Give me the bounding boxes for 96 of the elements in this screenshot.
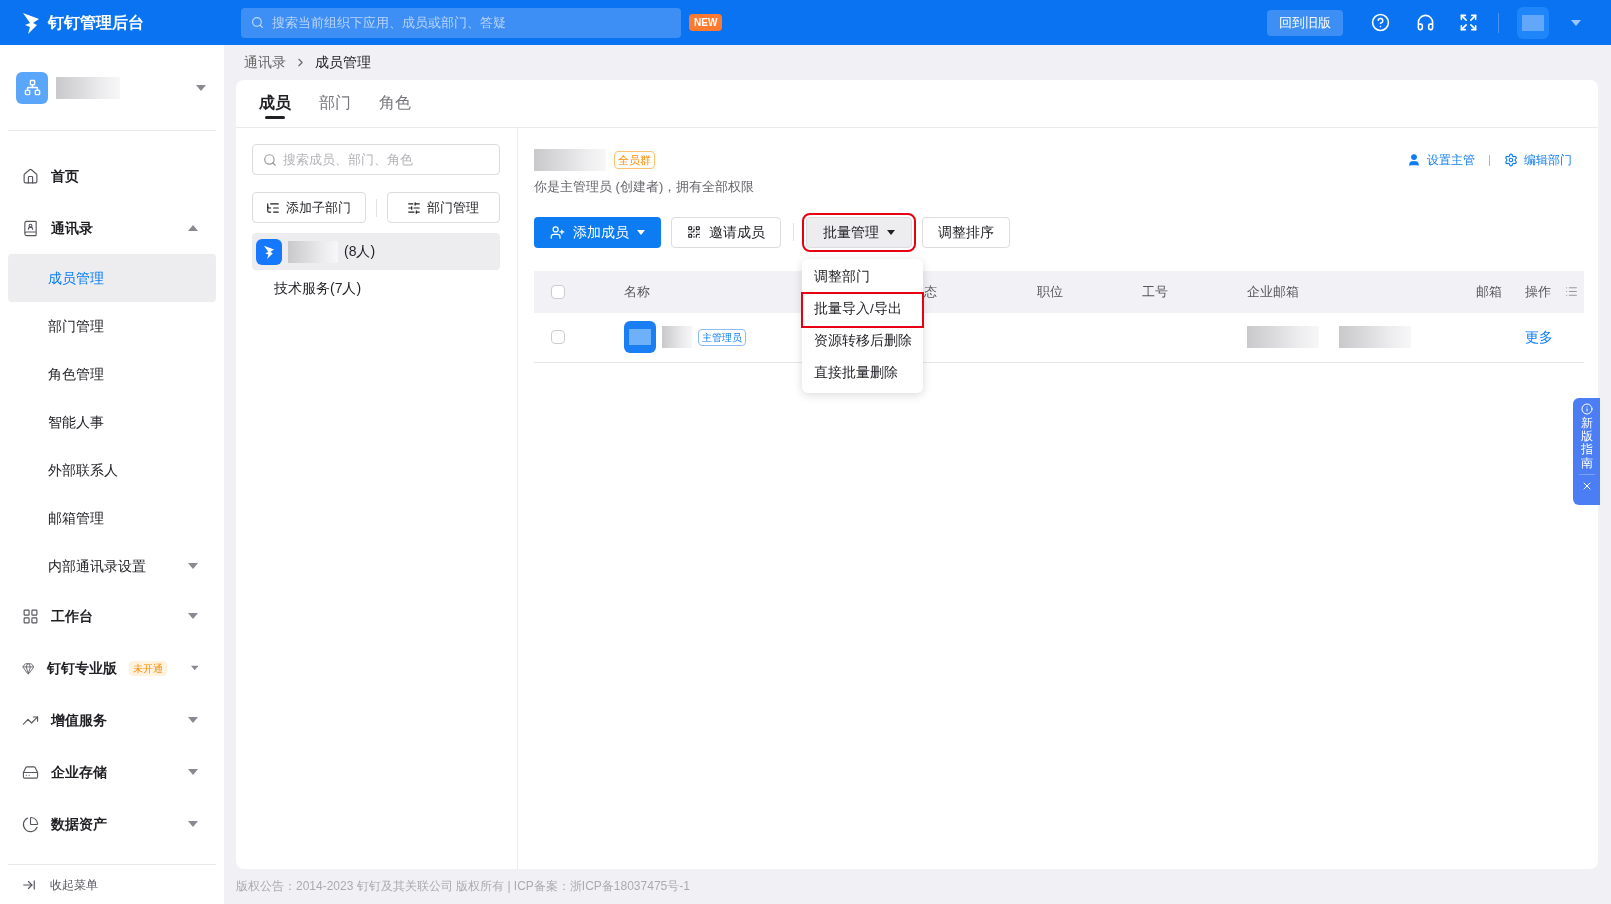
storage-icon [22, 763, 39, 781]
column-header: 操作 [1525, 283, 1551, 299]
role-tag: 主管理员 [698, 328, 746, 346]
contacts-icon [22, 219, 39, 237]
toolbar-button[interactable]: 邀请成员 [671, 216, 781, 248]
breadcrumb-item[interactable]: 通讯录 [244, 52, 286, 73]
more-link[interactable]: 更多 [1525, 326, 1553, 348]
add-subdepartment-button[interactable]: 添加子部门 [252, 192, 366, 223]
menu-item[interactable]: 调整部门 [803, 261, 922, 294]
caret-icon [188, 563, 198, 569]
redacted-member-name [662, 326, 692, 348]
redacted-email [1339, 326, 1411, 348]
tab[interactable]: 部门 [319, 79, 351, 127]
sliders-icon [407, 200, 422, 215]
copyright-text: 版权公告：2014-2023 钉钉及其关联公司 版权所有 | ICP备案：浙ICP备18037475号-1 [236, 878, 691, 895]
guide-label: 新版指南 [1580, 417, 1593, 470]
caret-icon[interactable] [1571, 19, 1581, 26]
caret-icon [188, 613, 198, 619]
checkbox[interactable] [551, 330, 565, 344]
caret-icon [637, 229, 645, 235]
caret-icon [188, 769, 198, 775]
tab[interactable]: 角色 [379, 79, 411, 127]
search-input[interactable]: 搜索当前组织下应用、成员或部门、答疑 [272, 12, 671, 33]
set-manager-link[interactable]: 设置主管 [1407, 151, 1475, 169]
guide-tab[interactable]: 新版指南 [1573, 398, 1600, 505]
settings-icon [1504, 153, 1518, 167]
sidebar-item[interactable]: 角色管理 [8, 350, 216, 398]
menu-item[interactable]: 直接批量删除 [803, 357, 922, 390]
sidebar-item[interactable]: 内部通讯录设置 [8, 542, 216, 590]
info-icon [1580, 403, 1593, 415]
tree-item[interactable]: 技术服务(7人) [252, 270, 500, 307]
search-field[interactable]: 搜索当前组织下应用、成员或部门、答疑 [241, 7, 681, 38]
caret-icon [190, 665, 198, 671]
redacted-department-name [534, 149, 606, 171]
menu-item[interactable]: 资源转移后删除 [803, 325, 922, 358]
pie-chart-icon [22, 815, 39, 833]
org-logo-icon [256, 238, 282, 265]
tree-item[interactable]: (8人) [252, 233, 500, 270]
redacted-email [1247, 326, 1319, 348]
search-field[interactable]: 搜索成员、部门、角色 [252, 144, 500, 175]
sidebar-item[interactable]: 首页 [8, 150, 216, 202]
permission-note: 你是主管理员 (创建者)，拥有全部权限 [534, 178, 756, 196]
headset-icon[interactable] [1416, 13, 1435, 32]
edit-department-link[interactable]: 编辑部门 [1504, 151, 1572, 169]
column-header: 态 [924, 283, 937, 299]
department-settings-button[interactable]: 部门管理 [386, 192, 500, 223]
sidebar-item[interactable]: 企业存储 [8, 746, 216, 798]
redacted-org-name [56, 76, 120, 99]
org-icon [16, 71, 48, 104]
group-tag: 全员群 [614, 151, 655, 169]
sidebar-item[interactable]: 数据资产 [8, 798, 216, 850]
tab[interactable]: 成员 [259, 79, 291, 127]
sidebar-item[interactable]: 成员管理 [8, 254, 216, 302]
add-member-button[interactable]: 添加成员 [534, 216, 661, 248]
search-input[interactable]: 搜索成员、部门、角色 [283, 149, 489, 170]
help-icon[interactable] [1371, 13, 1390, 32]
collapse-menu-link[interactable]: 收起菜单 [50, 875, 98, 894]
column-header: 工号 [1142, 283, 1168, 299]
search-icon [251, 16, 264, 29]
sidebar-item[interactable]: 智能人事 [8, 398, 216, 446]
home-icon [22, 167, 39, 185]
sidebar-item[interactable]: 工作台 [8, 590, 216, 642]
tree-add-icon [266, 200, 281, 215]
sidebar-item[interactable]: 邮箱管理 [8, 494, 216, 542]
menu-item[interactable]: 批量导入/导出 [803, 293, 922, 326]
add-user-icon [550, 224, 565, 240]
search-icon [263, 152, 277, 167]
caret-icon [196, 84, 206, 91]
caret-icon [887, 229, 895, 235]
sidebar-item[interactable]: 钉钉专业版 未开通 [8, 642, 216, 694]
sidebar-item[interactable]: 部门管理 [8, 302, 216, 350]
checkbox[interactable] [551, 284, 565, 299]
column-header: 名称 [624, 283, 650, 299]
app-title: 钉钉管理后台 [48, 12, 145, 33]
caret-icon [188, 821, 198, 827]
column-header: 邮箱 [1476, 283, 1502, 299]
avatar [624, 321, 656, 353]
person-icon [1407, 153, 1421, 167]
collapse-icon[interactable] [22, 877, 36, 892]
breadcrumb-item: 成员管理 [315, 53, 371, 72]
sidebar-item[interactable]: 通讯录 [8, 202, 216, 254]
sidebar-item[interactable]: 外部联系人 [8, 446, 216, 494]
column-settings-icon[interactable] [1565, 285, 1578, 298]
caret-icon [188, 225, 198, 231]
grid-icon [22, 607, 39, 625]
toolbar-button[interactable]: 调整排序 [922, 216, 1010, 248]
column-header: 职位 [1037, 283, 1063, 299]
caret-icon [188, 717, 198, 723]
status-badge: 未开通 [128, 660, 167, 676]
redacted-department-name [288, 240, 338, 263]
qr-code-icon [687, 225, 701, 239]
logo-icon [22, 11, 40, 34]
sidebar-item[interactable]: 增值服务 [8, 694, 216, 746]
column-header: 企业邮箱 [1247, 283, 1299, 299]
fullscreen-icon[interactable] [1459, 13, 1478, 32]
new-badge: NEW [689, 14, 723, 31]
